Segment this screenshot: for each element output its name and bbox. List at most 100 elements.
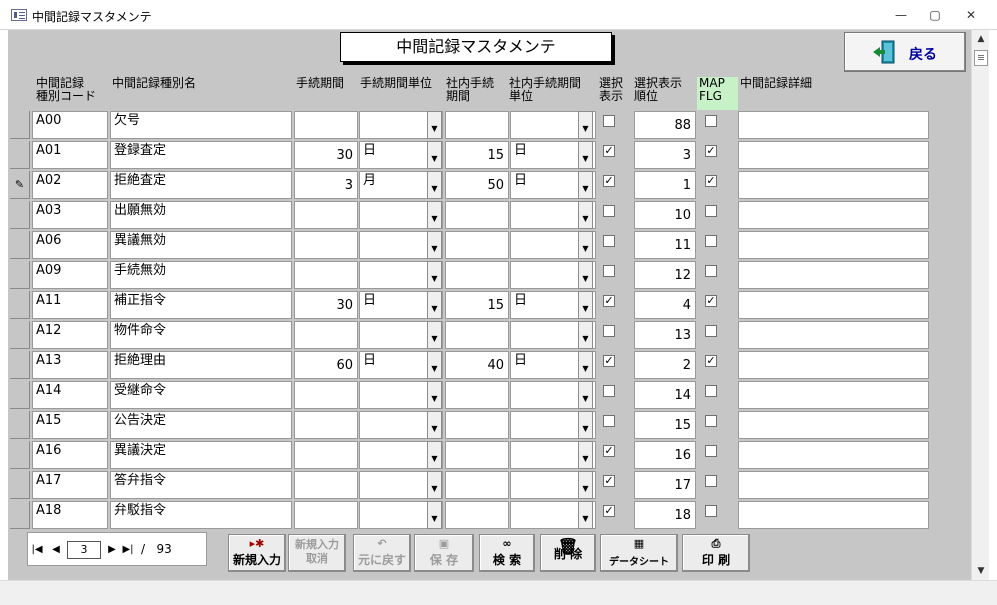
select-show-checkbox[interactable]: ✓ [603, 295, 615, 307]
chevron-down-icon[interactable]: ▼ [578, 351, 593, 379]
period-field[interactable] [294, 261, 358, 289]
code-field[interactable]: A12 [32, 321, 108, 349]
record-selector[interactable] [10, 321, 30, 349]
record-selector[interactable] [10, 261, 30, 289]
internal-period-field[interactable] [445, 441, 509, 469]
table-row[interactable]: A16 異議決定 ▼ ▼ ✓ 16 [8, 440, 971, 470]
internal-period-field[interactable] [445, 261, 509, 289]
order-field[interactable]: 2 [634, 351, 696, 379]
detail-field[interactable] [738, 351, 929, 379]
name-field[interactable]: 出願無効 [110, 201, 292, 229]
period-field[interactable] [294, 411, 358, 439]
chevron-down-icon[interactable]: ▼ [578, 261, 593, 289]
chevron-down-icon[interactable]: ▼ [578, 441, 593, 469]
period-field[interactable]: 3 [294, 171, 358, 199]
detail-field[interactable] [738, 171, 929, 199]
order-field[interactable]: 15 [634, 411, 696, 439]
code-field[interactable]: A01 [32, 141, 108, 169]
name-field[interactable]: 弁駁指令 [110, 501, 292, 529]
detail-field[interactable] [738, 381, 929, 409]
mapflg-checkbox[interactable] [705, 385, 717, 397]
chevron-down-icon[interactable]: ▼ [427, 141, 442, 169]
record-selector[interactable]: ✎ [10, 171, 30, 199]
period-field[interactable]: 60 [294, 351, 358, 379]
mapflg-checkbox[interactable] [705, 115, 717, 127]
minimize-button[interactable]: — [888, 6, 914, 24]
new-record-button[interactable]: ▸✱ 新規入力 [228, 534, 286, 572]
detail-field[interactable] [738, 201, 929, 229]
order-field[interactable]: 11 [634, 231, 696, 259]
record-selector[interactable] [10, 351, 30, 379]
period-field[interactable] [294, 321, 358, 349]
code-field[interactable]: A00 [32, 111, 108, 139]
order-field[interactable]: 10 [634, 201, 696, 229]
record-selector[interactable] [10, 441, 30, 469]
code-field[interactable]: A11 [32, 291, 108, 319]
period-field[interactable] [294, 201, 358, 229]
chevron-down-icon[interactable]: ▼ [427, 441, 442, 469]
mapflg-checkbox[interactable]: ✓ [705, 175, 717, 187]
order-field[interactable]: 1 [634, 171, 696, 199]
close-button[interactable]: ✕ [958, 6, 984, 24]
order-field[interactable]: 88 [634, 111, 696, 139]
table-row[interactable]: A12 物件命令 ▼ ▼ 13 [8, 320, 971, 350]
mapflg-checkbox[interactable] [705, 265, 717, 277]
internal-period-field[interactable]: 15 [445, 141, 509, 169]
chevron-down-icon[interactable]: ▼ [578, 171, 593, 199]
next-record-icon[interactable]: ▶ [106, 541, 118, 559]
table-row[interactable]: A03 出願無効 ▼ ▼ 10 [8, 200, 971, 230]
mapflg-checkbox[interactable] [705, 505, 717, 517]
chevron-down-icon[interactable]: ▼ [578, 201, 593, 229]
chevron-down-icon[interactable]: ▼ [578, 501, 593, 529]
mapflg-checkbox[interactable] [705, 415, 717, 427]
table-row[interactable]: A06 異議無効 ▼ ▼ 11 [8, 230, 971, 260]
chevron-down-icon[interactable]: ▼ [427, 501, 442, 529]
chevron-down-icon[interactable]: ▼ [427, 111, 442, 139]
delete-button[interactable]: 🗑 削 除 [540, 534, 596, 572]
chevron-down-icon[interactable]: ▼ [427, 171, 442, 199]
select-show-checkbox[interactable]: ✓ [603, 145, 615, 157]
current-record-input[interactable]: 3 [67, 541, 101, 559]
cancel-new-button[interactable]: 新規入力 取消 [288, 534, 346, 572]
record-selector[interactable] [10, 291, 30, 319]
order-field[interactable]: 17 [634, 471, 696, 499]
select-show-checkbox[interactable] [603, 325, 615, 337]
select-show-checkbox[interactable]: ✓ [603, 505, 615, 517]
name-field[interactable]: 登録査定 [110, 141, 292, 169]
detail-field[interactable] [738, 291, 929, 319]
code-field[interactable]: A13 [32, 351, 108, 379]
chevron-down-icon[interactable]: ▼ [578, 411, 593, 439]
period-field[interactable]: 30 [294, 141, 358, 169]
select-show-checkbox[interactable] [603, 205, 615, 217]
internal-period-field[interactable] [445, 321, 509, 349]
name-field[interactable]: 答弁指令 [110, 471, 292, 499]
internal-period-field[interactable] [445, 471, 509, 499]
mapflg-checkbox[interactable] [705, 445, 717, 457]
code-field[interactable]: A15 [32, 411, 108, 439]
scroll-down-icon[interactable]: ▼ [972, 562, 990, 580]
internal-period-field[interactable] [445, 501, 509, 529]
chevron-down-icon[interactable]: ▼ [427, 231, 442, 259]
prev-record-icon[interactable]: ◀ [50, 541, 62, 559]
select-show-checkbox[interactable]: ✓ [603, 175, 615, 187]
datasheet-button[interactable]: ▦ データシート [600, 534, 678, 572]
back-button[interactable]: 戻る [844, 32, 966, 72]
select-show-checkbox[interactable]: ✓ [603, 355, 615, 367]
print-button[interactable]: ⎙ 印 刷 [682, 534, 750, 572]
code-field[interactable]: A02 [32, 171, 108, 199]
detail-field[interactable] [738, 471, 929, 499]
scroll-up-icon[interactable]: ▲ [972, 30, 990, 48]
name-field[interactable]: 異議決定 [110, 441, 292, 469]
internal-period-field[interactable] [445, 111, 509, 139]
detail-field[interactable] [738, 231, 929, 259]
record-selector[interactable] [10, 411, 30, 439]
chevron-down-icon[interactable]: ▼ [427, 351, 442, 379]
table-row[interactable]: A15 公告決定 ▼ ▼ 15 [8, 410, 971, 440]
select-show-checkbox[interactable] [603, 265, 615, 277]
name-field[interactable]: 手続無効 [110, 261, 292, 289]
scroll-thumb[interactable] [974, 50, 988, 66]
order-field[interactable]: 14 [634, 381, 696, 409]
internal-period-field[interactable]: 40 [445, 351, 509, 379]
name-field[interactable]: 補正指令 [110, 291, 292, 319]
undo-button[interactable]: ↶ 元に戻す [353, 534, 411, 572]
